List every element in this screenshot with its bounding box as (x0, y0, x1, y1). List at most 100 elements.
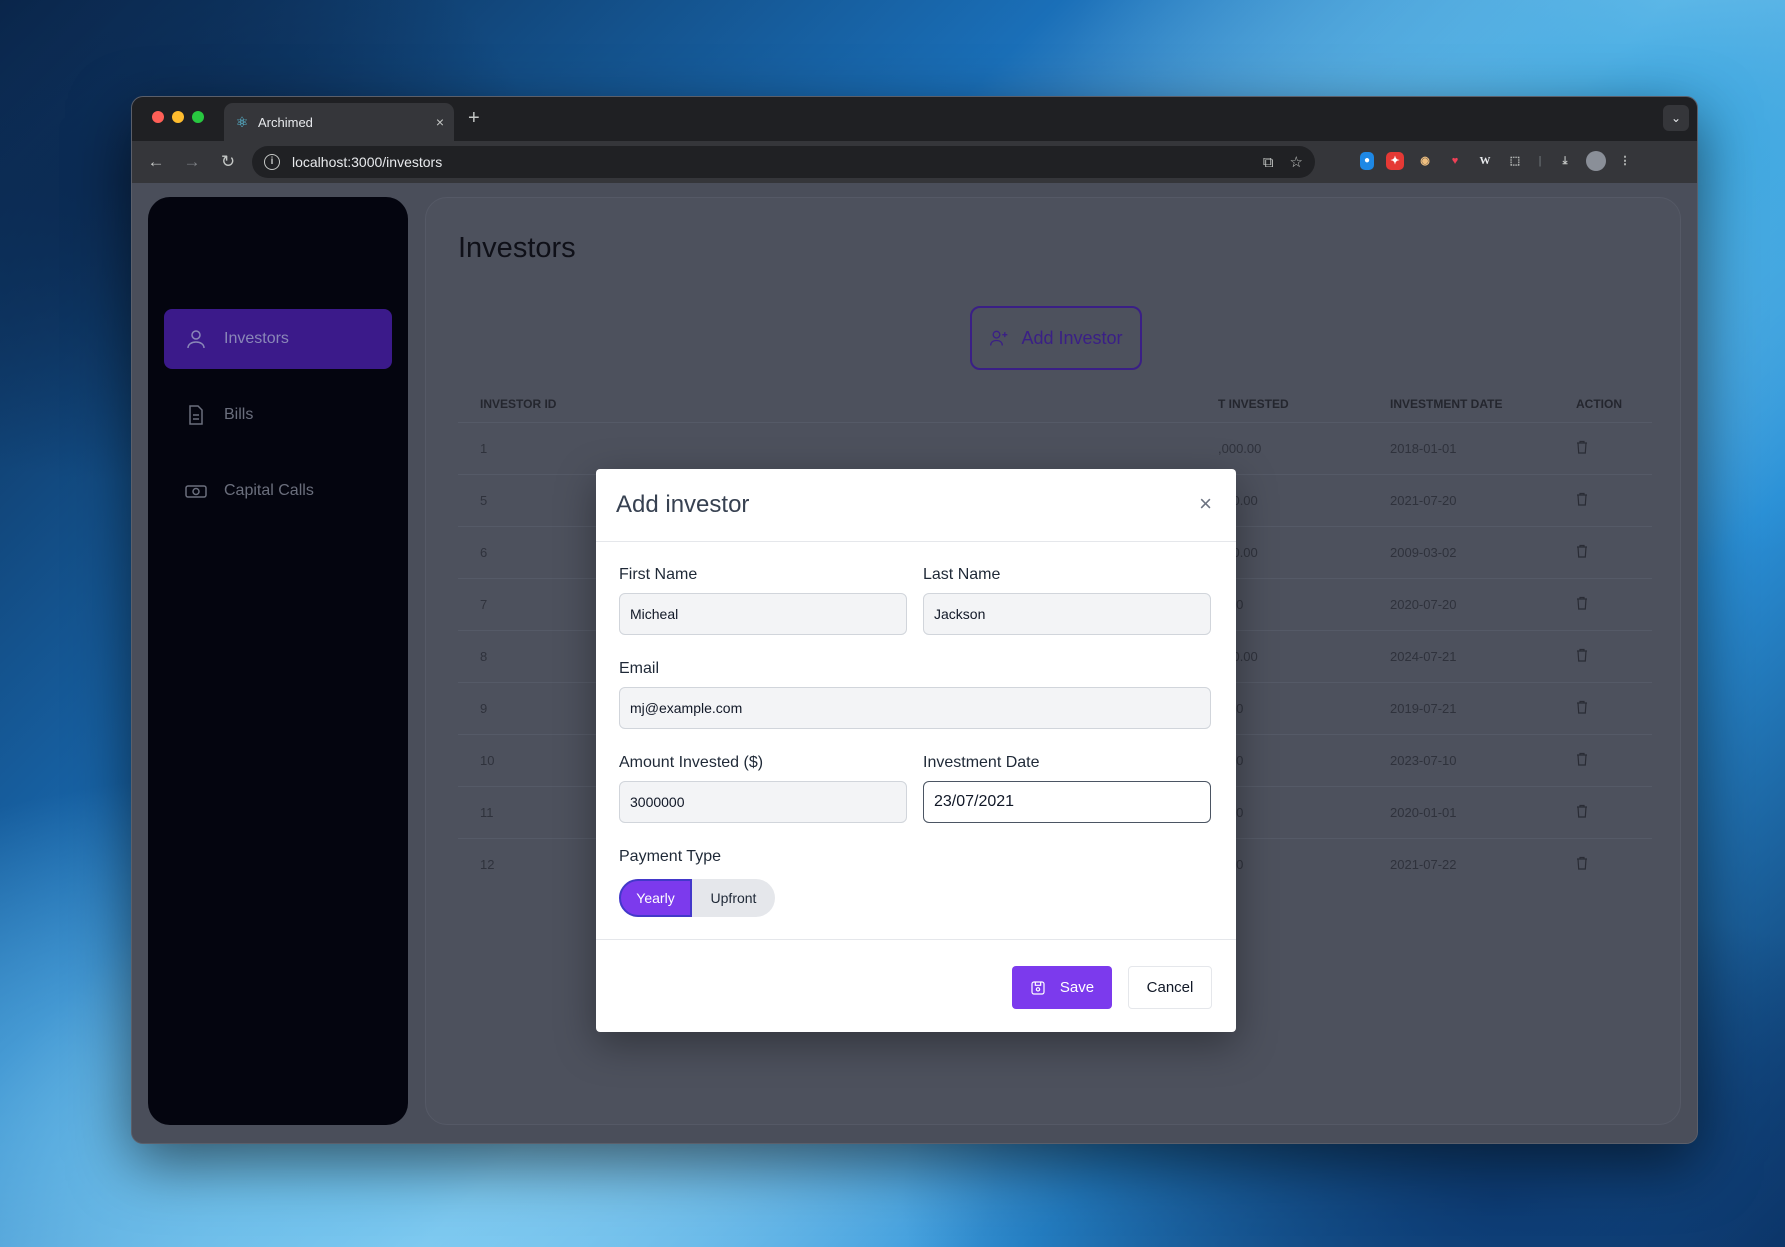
payment-yearly-option[interactable]: Yearly (619, 879, 692, 917)
amount-field[interactable]: 3000000 (619, 781, 907, 823)
action-cell (1554, 682, 1652, 734)
page-title: Investors (458, 232, 576, 264)
browser-tab[interactable]: ⚛ Archimed × (224, 103, 454, 141)
extension-eyes-icon[interactable]: ◉ (1416, 149, 1434, 173)
maximize-window-button[interactable] (192, 111, 204, 123)
install-app-icon[interactable]: ⧉ (1263, 154, 1274, 171)
new-tab-button[interactable]: + (468, 107, 480, 130)
investment-date-cell: 2023-07-10 (1390, 752, 1457, 768)
amount-invested-cell: 000.00 (1218, 492, 1258, 508)
minimize-window-button[interactable] (172, 111, 184, 123)
last-name-field[interactable]: Jackson (923, 593, 1211, 635)
sidebar-item-investors[interactable]: Investors (164, 309, 392, 369)
profile-avatar[interactable] (1586, 151, 1606, 171)
date-label: Investment Date (923, 754, 1040, 771)
investment-date-cell: 2020-01-01 (1390, 804, 1457, 820)
cash-icon (185, 485, 207, 498)
trash-icon[interactable] (1576, 544, 1588, 561)
first-name-label: First Name (619, 566, 698, 583)
extensions-area: ● ✦ ◉ ♥ W ⬚ | ⤓ ⋮ (1360, 149, 1632, 173)
investment-date-cell: 2024-07-21 (1390, 648, 1457, 664)
trash-icon[interactable] (1576, 596, 1588, 613)
sidebar: Investors Bills Capital Calls (148, 197, 408, 1125)
column-header: ACTION (1576, 396, 1622, 411)
last-name-label: Last Name (923, 566, 1001, 583)
action-cell (1554, 474, 1652, 526)
action-cell (1554, 630, 1652, 682)
close-window-button[interactable] (152, 111, 164, 123)
bookmark-star-icon[interactable]: ☆ (1290, 153, 1303, 171)
tab-strip: ⚛ Archimed × + ⌄ (132, 97, 1697, 141)
save-button[interactable]: Save (1012, 966, 1112, 1009)
document-icon (189, 405, 203, 425)
action-cell (1554, 578, 1652, 630)
trash-icon[interactable] (1576, 700, 1588, 717)
reload-icon[interactable]: ↻ (210, 152, 246, 172)
trash-icon[interactable] (1576, 492, 1588, 509)
action-cell (1554, 422, 1652, 474)
pocket-icon[interactable]: ♥ (1446, 149, 1464, 173)
window-controls (152, 111, 204, 123)
trash-icon[interactable] (1576, 752, 1588, 769)
investment-date-cell: 2021-07-20 (1390, 492, 1457, 508)
trash-icon[interactable] (1576, 804, 1588, 821)
user-plus-icon (990, 330, 1008, 346)
menu-icon[interactable]: ⋮ (1618, 149, 1632, 173)
wikipedia-icon[interactable]: W (1476, 149, 1494, 173)
back-icon[interactable]: ← (138, 152, 174, 172)
tab-search-icon[interactable]: ⌄ (1663, 105, 1689, 131)
extension-red-icon[interactable]: ✦ (1386, 152, 1404, 170)
amount-invested-cell: 0.00 (1218, 734, 1368, 786)
save-icon (1031, 980, 1045, 995)
payment-type-label: Payment Type (619, 848, 721, 865)
column-header: INVESTMENT DATE (1390, 396, 1503, 411)
action-cell (1554, 526, 1652, 578)
divider: | (1538, 155, 1542, 167)
first-name-field[interactable]: Micheal (619, 593, 907, 635)
tab-close-icon[interactable]: × (436, 114, 444, 130)
amount-invested-cell: 0.00 (1218, 682, 1368, 734)
payment-upfront-option[interactable]: Upfront (692, 879, 775, 917)
action-cell (1554, 786, 1652, 838)
user-icon (187, 330, 205, 349)
close-icon[interactable]: × (1199, 493, 1212, 515)
trash-icon[interactable] (1576, 856, 1588, 873)
trash-icon[interactable] (1576, 648, 1588, 665)
column-header: INVESTOR ID (480, 396, 557, 411)
email-label: Email (619, 660, 660, 677)
download-icon[interactable]: ⤓ (1556, 149, 1574, 173)
extension-ghost-icon[interactable]: ● (1360, 152, 1374, 170)
amount-invested-cell: ,000.00 (1218, 440, 1262, 456)
sidebar-item-label: Bills (224, 406, 254, 423)
modal-title: Add investor (616, 491, 750, 518)
site-info-icon[interactable]: i (264, 154, 280, 170)
add-investor-button[interactable]: Add Investor (970, 306, 1142, 370)
amount-invested-cell: 0.00 (1218, 838, 1368, 890)
extensions-puzzle-icon[interactable]: ⬚ (1506, 149, 1524, 173)
app-content: Investors Bills Capital Calls Investors … (132, 183, 1697, 1143)
browser-window: ⚛ Archimed × + ⌄ ← → ↻ i localhost:3000/… (131, 96, 1698, 1144)
add-investor-label: Add Investor (1021, 327, 1123, 348)
investment-date-cell: 2021-07-22 (1390, 856, 1457, 872)
address-bar[interactable]: i localhost:3000/investors ⧉ ☆ (252, 146, 1315, 178)
trash-icon[interactable] (1576, 440, 1588, 457)
amount-invested-cell: 0.00 (1218, 578, 1368, 630)
payment-type-toggle: Yearly Upfront (619, 879, 775, 917)
table-row: 1 ,000.00 2018-01-01 (458, 422, 1652, 474)
sidebar-item-bills[interactable]: Bills (164, 385, 392, 445)
browser-toolbar: ← → ↻ i localhost:3000/investors ⧉ ☆ ● ✦… (132, 141, 1697, 183)
react-icon: ⚛ (235, 114, 249, 130)
modal-footer: Save Cancel (596, 939, 1236, 1032)
save-label: Save (1059, 979, 1095, 996)
url-text: localhost:3000/investors (292, 154, 443, 170)
investment-date-cell: 2020-07-20 (1390, 596, 1457, 612)
amount-label: Amount Invested ($) (619, 754, 764, 771)
cancel-button[interactable]: Cancel (1128, 966, 1212, 1009)
amount-invested-cell: 000.00 (1218, 648, 1258, 664)
sidebar-item-label: Capital Calls (224, 482, 314, 499)
amount-invested-cell: 000.00 (1218, 544, 1258, 560)
sidebar-item-capital-calls[interactable]: Capital Calls (164, 461, 392, 521)
investment-date-field[interactable]: 23/07/2021 (923, 781, 1211, 823)
forward-icon[interactable]: → (174, 152, 210, 172)
email-field[interactable]: mj@example.com (619, 687, 1211, 729)
